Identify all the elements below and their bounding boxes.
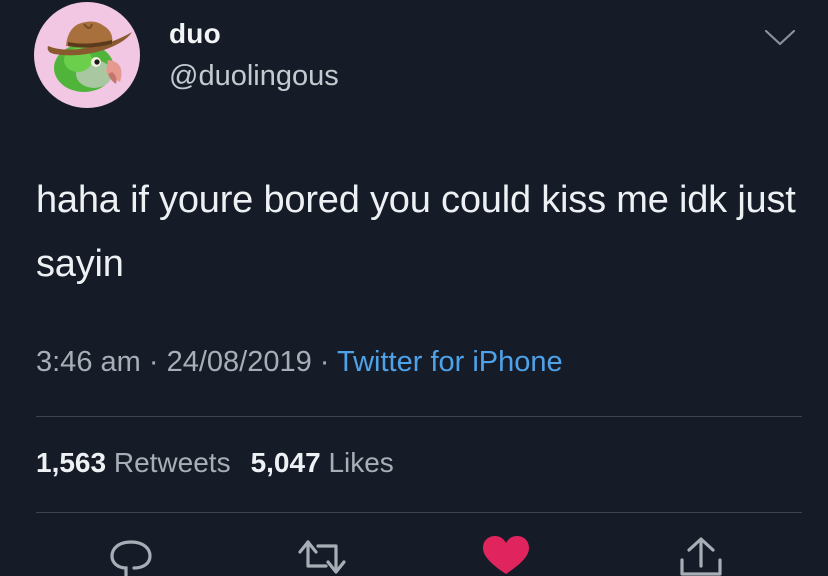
likes-count[interactable]: 5,047 xyxy=(251,447,321,478)
reply-button[interactable] xyxy=(106,536,156,576)
tweet-date: 24/08/2019 xyxy=(166,346,312,378)
display-name[interactable]: duo xyxy=(169,18,221,50)
divider xyxy=(36,416,802,417)
divider xyxy=(36,512,802,513)
tweet-card: duo @duolingous haha if youre bored you … xyxy=(0,0,828,576)
engagement-stats: 1,563 Retweets 5,047 Likes xyxy=(36,447,394,479)
heart-icon xyxy=(483,536,529,574)
parrot-with-cowboy-hat-icon xyxy=(47,21,132,92)
share-icon xyxy=(680,537,722,576)
tweet-time: 3:46 am xyxy=(36,346,141,378)
like-button[interactable] xyxy=(481,536,531,576)
user-handle[interactable]: @duolingous xyxy=(169,60,339,93)
tweet-text: haha if youre bored you could kiss me id… xyxy=(36,179,796,285)
avatar[interactable] xyxy=(34,2,140,108)
chevron-down-icon[interactable] xyxy=(763,26,797,50)
tweet-metadata: 3:46 am · 24/08/2019 · Twitter for iPhon… xyxy=(36,346,563,379)
retweets-count[interactable]: 1,563 xyxy=(36,447,106,478)
tweet-source-link[interactable]: Twitter for iPhone xyxy=(337,346,563,378)
share-button[interactable] xyxy=(676,536,726,576)
likes-label[interactable]: Likes xyxy=(328,447,393,478)
retweet-icon xyxy=(298,540,346,574)
retweets-label[interactable]: Retweets xyxy=(114,447,231,478)
meta-separator: · xyxy=(140,346,167,378)
meta-separator: · xyxy=(311,346,337,378)
retweet-button[interactable] xyxy=(296,536,346,576)
reply-icon xyxy=(110,540,152,576)
